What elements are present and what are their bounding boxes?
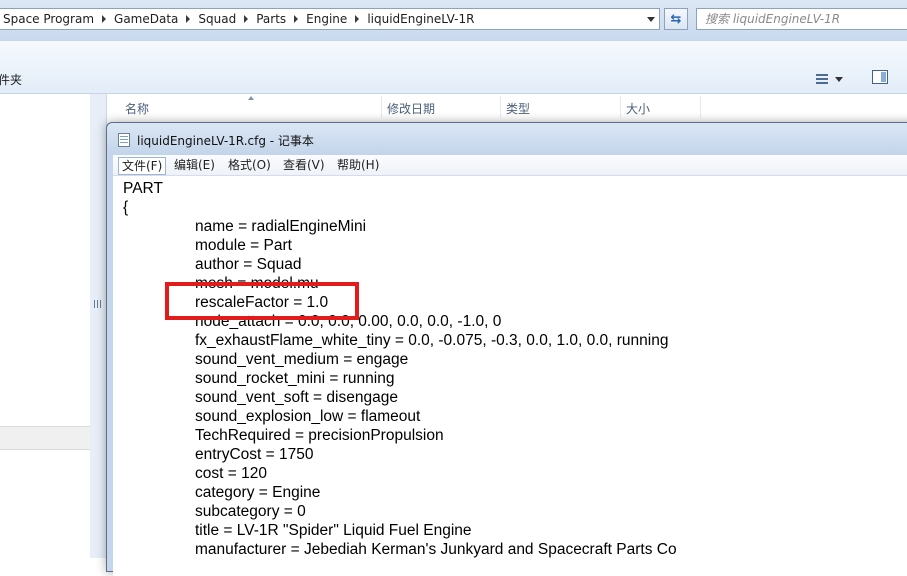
breadcrumb-squad[interactable]: Squad bbox=[194, 12, 240, 26]
menu-format[interactable]: 格式(O) bbox=[225, 157, 274, 173]
text-line: author = Squad bbox=[195, 256, 302, 273]
preview-pane-button[interactable] bbox=[872, 70, 888, 84]
breadcrumb-space-program[interactable]: Space Program bbox=[0, 12, 98, 26]
chevron-down-icon bbox=[835, 76, 843, 82]
menu-help[interactable]: 帮助(H) bbox=[334, 157, 382, 173]
text-line: TechRequired = precisionPropulsion bbox=[195, 427, 444, 444]
annotation-highlight-box bbox=[165, 282, 359, 320]
address-bar[interactable]: Space Program GameData Squad Parts Engin… bbox=[0, 8, 660, 30]
toolbar-folder-label[interactable]: 件夹 bbox=[0, 71, 22, 88]
column-divider[interactable] bbox=[500, 96, 501, 118]
notepad-text-area[interactable]: PART { name = radialEngineMini module = … bbox=[113, 176, 907, 576]
pane-splitter[interactable] bbox=[90, 94, 107, 558]
explorer-address-row: Space Program GameData Squad Parts Engin… bbox=[0, 0, 907, 40]
notepad-window: liquidEngineLV-1R.cfg - 记事本 文件(F) 编辑(E) … bbox=[106, 122, 907, 576]
text-line: sound_vent_medium = engage bbox=[195, 351, 409, 368]
breadcrumb-parts[interactable]: Parts bbox=[252, 12, 290, 26]
column-divider[interactable] bbox=[620, 96, 621, 118]
text-line: category = Engine bbox=[195, 484, 321, 501]
chevron-down-icon bbox=[647, 16, 655, 22]
text-line: sound_vent_soft = disengage bbox=[195, 389, 398, 406]
refresh-button[interactable]: ⇆ bbox=[664, 8, 688, 30]
text-line: cost = 120 bbox=[195, 465, 267, 482]
text-line: fx_exhaustFlame_white_tiny = 0.0, -0.075… bbox=[195, 332, 669, 349]
chevron-right-icon[interactable] bbox=[355, 15, 360, 23]
breadcrumb-engine[interactable]: Engine bbox=[302, 12, 351, 26]
text-line: { bbox=[123, 199, 129, 216]
file-list-header: 名称 修改日期 类型 大小 bbox=[107, 94, 907, 120]
column-type[interactable]: 类型 bbox=[506, 100, 530, 117]
column-divider[interactable] bbox=[381, 96, 382, 118]
text-line: subcategory = 0 bbox=[195, 503, 306, 520]
column-name[interactable]: 名称 bbox=[125, 100, 149, 117]
text-line: manufacturer = Jebediah Kerman's Junkyar… bbox=[195, 541, 677, 558]
refresh-icon: ⇆ bbox=[670, 11, 682, 27]
column-divider[interactable] bbox=[700, 96, 701, 118]
text-line: entryCost = 1750 bbox=[195, 446, 314, 463]
breadcrumb-liquid-engine[interactable]: liquidEngineLV-1R bbox=[363, 12, 478, 26]
text-line: module = Part bbox=[195, 237, 292, 254]
chevron-right-icon[interactable] bbox=[244, 15, 249, 23]
navigation-pane[interactable] bbox=[0, 94, 91, 558]
grip-icon bbox=[94, 300, 101, 308]
chevron-right-icon[interactable] bbox=[294, 15, 299, 23]
breadcrumb-gamedata[interactable]: GameData bbox=[110, 12, 182, 26]
sort-ascending-icon bbox=[248, 96, 254, 100]
chevron-right-icon[interactable] bbox=[186, 15, 191, 23]
view-options-button[interactable] bbox=[816, 71, 856, 87]
menu-file[interactable]: 文件(F) bbox=[118, 157, 167, 175]
view-list-icon bbox=[816, 74, 828, 84]
text-line: sound_explosion_low = flameout bbox=[195, 408, 421, 425]
menu-view[interactable]: 查看(V) bbox=[280, 157, 328, 173]
chevron-right-icon[interactable] bbox=[102, 15, 107, 23]
text-line: name = radialEngineMini bbox=[195, 218, 367, 235]
notepad-title-bar[interactable]: liquidEngineLV-1R.cfg - 记事本 bbox=[107, 123, 907, 155]
text-line: PART bbox=[123, 180, 163, 197]
search-input[interactable]: 搜索 liquidEngineLV-1R bbox=[696, 8, 907, 30]
column-date-modified[interactable]: 修改日期 bbox=[387, 100, 435, 117]
text-line: title = LV-1R "Spider" Liquid Fuel Engin… bbox=[195, 522, 472, 539]
column-size[interactable]: 大小 bbox=[626, 100, 650, 117]
nav-selected-item[interactable] bbox=[0, 426, 90, 450]
explorer-toolbar: 件夹 bbox=[0, 40, 907, 94]
notepad-title: liquidEngineLV-1R.cfg - 记事本 bbox=[137, 134, 314, 148]
notepad-menu-bar: 文件(F) 编辑(E) 格式(O) 查看(V) 帮助(H) bbox=[113, 155, 907, 176]
menu-edit[interactable]: 编辑(E) bbox=[171, 157, 218, 173]
text-line: sound_rocket_mini = running bbox=[195, 370, 395, 387]
address-dropdown-button[interactable] bbox=[643, 9, 659, 29]
notepad-icon[interactable] bbox=[118, 133, 130, 147]
